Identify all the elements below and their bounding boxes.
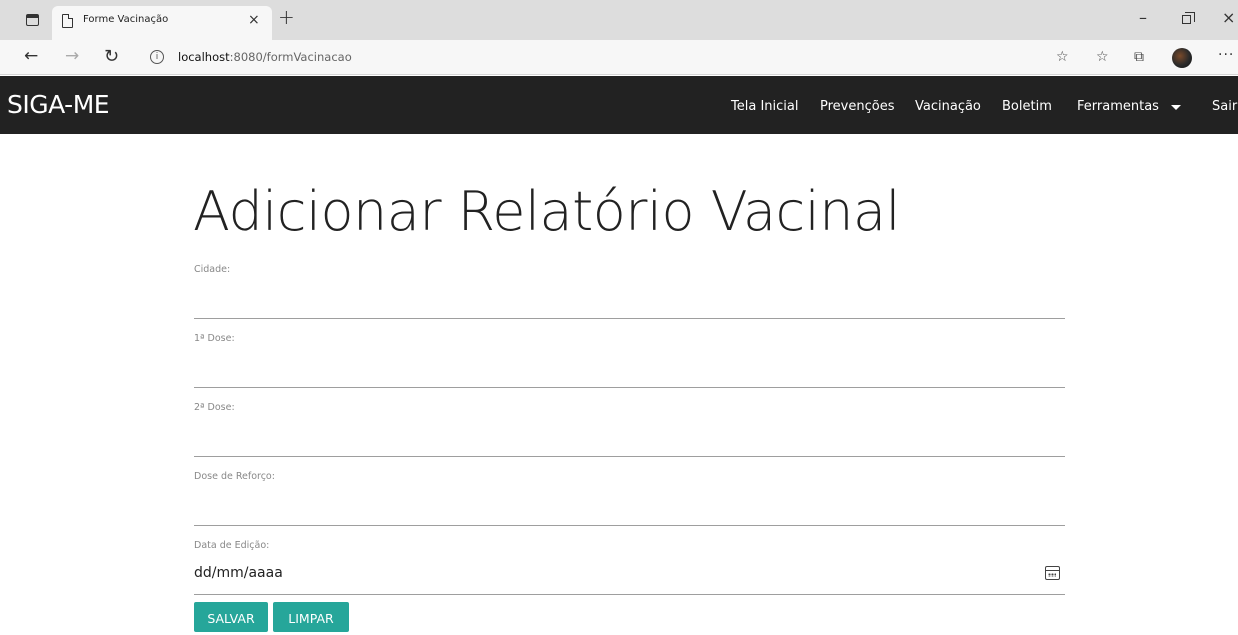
cidade-underline xyxy=(194,318,1065,319)
profile-avatar[interactable] xyxy=(1172,48,1192,68)
site-navbar: SIGA-ME Tela Inicial Prevenções Vacinaçã… xyxy=(0,76,1238,134)
collections-icon[interactable]: ⧉ xyxy=(1134,49,1144,65)
nav-tela-inicial[interactable]: Tela Inicial xyxy=(731,99,798,114)
nav-ferramentas[interactable]: Ferramentas xyxy=(1077,99,1159,114)
minimize-icon[interactable]: – xyxy=(1139,8,1147,27)
primeira-dose-input[interactable] xyxy=(194,359,1044,385)
nav-sair[interactable]: Sair xyxy=(1212,99,1237,114)
segunda-dose-underline xyxy=(194,456,1065,457)
tab-title: Forme Vacinação xyxy=(83,14,169,25)
segunda-dose-input[interactable] xyxy=(194,428,1044,454)
browser-tab[interactable]: Forme Vacinação × xyxy=(52,6,272,40)
close-tab-icon[interactable]: × xyxy=(248,12,260,28)
calendar-icon[interactable] xyxy=(1045,566,1060,580)
page-title: Adicionar Relatório Vacinal xyxy=(193,180,901,243)
forward-icon[interactable]: → xyxy=(65,46,79,66)
page-icon xyxy=(62,14,73,28)
more-icon[interactable]: ··· xyxy=(1218,47,1234,63)
cidade-label: Cidade: xyxy=(194,264,231,275)
close-window-icon[interactable]: × xyxy=(1222,8,1235,27)
favorites-icon[interactable]: ☆ xyxy=(1096,49,1109,65)
add-favorite-icon[interactable]: ☆ xyxy=(1056,49,1069,65)
segunda-dose-label: 2ª Dose: xyxy=(194,402,235,413)
url-host: localhost xyxy=(178,50,230,64)
dose-reforco-underline xyxy=(194,525,1065,526)
dropdown-caret-icon[interactable] xyxy=(1171,105,1181,110)
restore-icon[interactable] xyxy=(1182,12,1195,24)
clear-button[interactable]: LIMPAR xyxy=(273,602,349,632)
tab-actions-icon[interactable] xyxy=(26,14,39,26)
url-path: :8080/formVacinacao xyxy=(229,50,352,64)
data-edicao-label: Data de Edição: xyxy=(194,540,270,551)
reload-icon[interactable]: ↻ xyxy=(104,46,119,67)
site-info-icon[interactable]: i xyxy=(150,50,164,64)
data-edicao-underline xyxy=(194,594,1065,595)
nav-prevencoes[interactable]: Prevenções xyxy=(820,99,894,114)
nav-vacinacao[interactable]: Vacinação xyxy=(915,99,981,114)
primeira-dose-label: 1ª Dose: xyxy=(194,333,235,344)
primeira-dose-underline xyxy=(194,387,1065,388)
browser-tab-strip: Forme Vacinação × + – × xyxy=(0,0,1238,40)
url-field[interactable]: localhost:8080/formVacinacao xyxy=(178,50,352,64)
nav-boletim[interactable]: Boletim xyxy=(1002,99,1052,114)
cidade-input[interactable] xyxy=(194,290,1044,316)
save-button[interactable]: SALVAR xyxy=(194,602,268,632)
dose-reforco-input[interactable] xyxy=(194,497,1044,523)
data-edicao-input[interactable]: dd/mm/aaaa xyxy=(194,565,283,581)
back-icon[interactable]: ← xyxy=(24,46,38,66)
dose-reforco-label: Dose de Reforço: xyxy=(194,471,275,482)
new-tab-button[interactable]: + xyxy=(278,5,295,29)
brand-logo[interactable]: SIGA-ME xyxy=(7,90,110,119)
address-bar: ← → ↻ i localhost:8080/formVacinacao ☆ ☆… xyxy=(0,40,1238,75)
